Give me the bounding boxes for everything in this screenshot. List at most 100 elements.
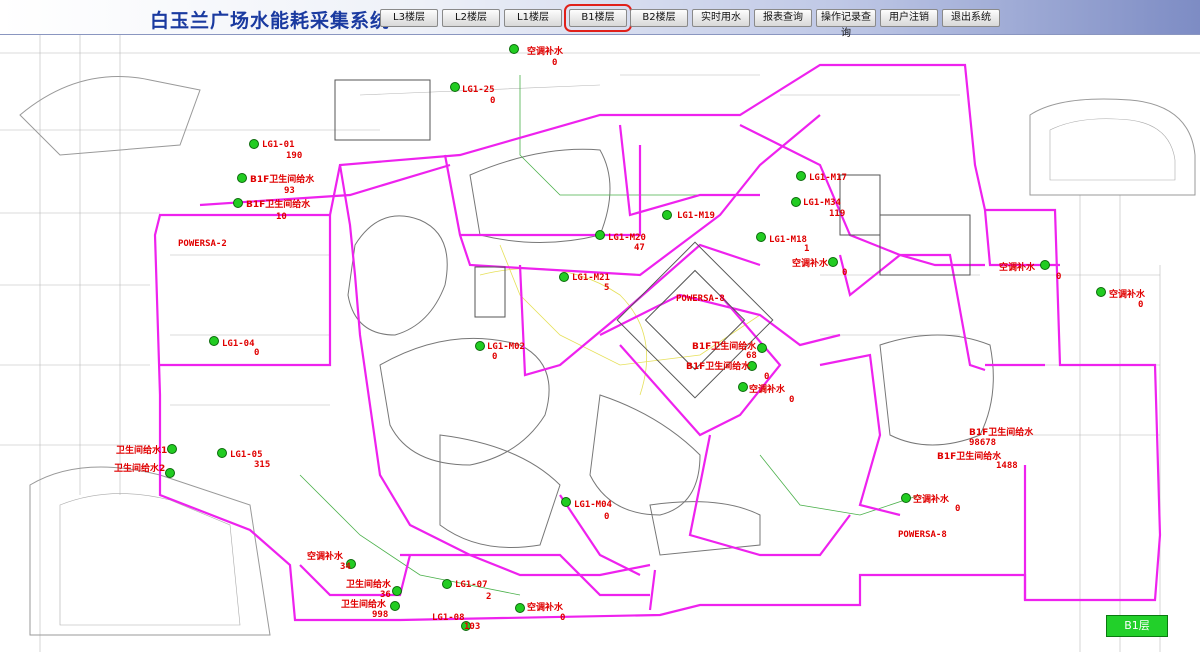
meter-label: 卫生间给水 bbox=[346, 578, 392, 590]
nav-logout-button[interactable]: 用户注销 bbox=[880, 9, 938, 27]
meter-dot[interactable] bbox=[442, 579, 452, 589]
meter-label: 空调补水 bbox=[999, 261, 1036, 273]
meter-label: LG1-M21 bbox=[572, 273, 610, 283]
meter-value: 0 bbox=[1138, 300, 1143, 310]
meter-label: 空调补水 bbox=[527, 45, 564, 57]
meter-dot[interactable] bbox=[756, 232, 766, 242]
meter-dot[interactable] bbox=[392, 586, 402, 596]
core-structures bbox=[334, 79, 971, 399]
meter-dot[interactable] bbox=[1040, 260, 1050, 270]
nav-exit-button[interactable]: 退出系统 bbox=[942, 9, 1000, 27]
meter-value: 0 bbox=[492, 352, 497, 362]
meter-value: 0 bbox=[490, 96, 495, 106]
meter-label: 卫生间给水 bbox=[341, 598, 387, 610]
meter-dot[interactable] bbox=[828, 257, 838, 267]
meter-dot[interactable] bbox=[796, 171, 806, 181]
meter-value: 2 bbox=[486, 592, 491, 602]
meter-dot[interactable] bbox=[561, 497, 571, 507]
meter-dot[interactable] bbox=[901, 493, 911, 503]
meter-value: 0 bbox=[789, 395, 794, 405]
building-outlines bbox=[347, 148, 994, 556]
meter-dot[interactable] bbox=[233, 198, 243, 208]
meter-value: 0 bbox=[955, 504, 960, 514]
meter-label: LG1-M20 bbox=[608, 233, 646, 243]
nav-b2-floor-button[interactable]: B2楼层 bbox=[630, 9, 688, 27]
meter-value: 36 bbox=[380, 590, 391, 600]
meter-value: 119 bbox=[829, 209, 845, 219]
meter-dot[interactable] bbox=[738, 382, 748, 392]
meter-dot[interactable] bbox=[475, 341, 485, 351]
app-title: 白玉兰广场水能耗采集系统 bbox=[150, 10, 391, 32]
meter-dot[interactable] bbox=[165, 468, 175, 478]
meter-label: B1F卫生间给水 bbox=[246, 198, 311, 210]
meter-dot[interactable] bbox=[217, 448, 227, 458]
meter-label: 卫生间给水1 bbox=[116, 444, 167, 456]
meter-value: 0 bbox=[604, 512, 609, 522]
meter-label: LG1-05 bbox=[230, 450, 263, 460]
meter-value: 98678 bbox=[969, 438, 996, 448]
meter-value: 103 bbox=[464, 622, 480, 632]
meter-label: 空调补水 bbox=[749, 383, 786, 395]
meter-dot[interactable] bbox=[209, 336, 219, 346]
meter-dot[interactable] bbox=[509, 44, 519, 54]
meter-dot[interactable] bbox=[450, 82, 460, 92]
meter-value: 1488 bbox=[996, 461, 1018, 471]
meter-value: 10 bbox=[276, 212, 287, 222]
meter-value: 190 bbox=[286, 151, 302, 161]
meter-value: 0 bbox=[560, 613, 565, 623]
meter-label: LG1-M19 bbox=[677, 211, 715, 221]
meter-label: LG1-01 bbox=[262, 140, 295, 150]
meter-dot[interactable] bbox=[757, 343, 767, 353]
nav-realtime-water-button[interactable]: 实时用水 bbox=[692, 9, 750, 27]
meter-label: 空调补水 bbox=[307, 550, 344, 562]
meter-label: 空调补水 bbox=[913, 493, 950, 505]
meter-label: B1F卫生间给水 bbox=[686, 360, 751, 372]
meter-dot[interactable] bbox=[515, 603, 525, 613]
meter-value: 0 bbox=[764, 372, 769, 382]
current-floor-badge: B1层 bbox=[1106, 615, 1168, 637]
meter-value: 0 bbox=[254, 348, 259, 358]
meter-dot[interactable] bbox=[1096, 287, 1106, 297]
power-room-label: POWERSA-2 bbox=[178, 239, 227, 249]
meter-value: 5 bbox=[604, 283, 609, 293]
meter-dot[interactable] bbox=[662, 210, 672, 220]
meter-dot[interactable] bbox=[791, 197, 801, 207]
meter-value: 34 bbox=[340, 562, 351, 572]
floor-plan-map: 空调补水 0 LG1-25 0 LG1-01 190 B1F卫生间给水 93 B… bbox=[0, 35, 1200, 652]
nav-l3-floor-button[interactable]: L3楼层 bbox=[380, 9, 438, 27]
zone-boundaries bbox=[153, 63, 1162, 622]
nav-l1-floor-button[interactable]: L1楼层 bbox=[504, 9, 562, 27]
meter-label: B1F卫生间给水 bbox=[969, 426, 1034, 438]
meter-dot[interactable] bbox=[249, 139, 259, 149]
meter-value: 47 bbox=[634, 243, 645, 253]
meter-label: 空调补水 bbox=[792, 257, 829, 269]
meter-value: 68 bbox=[746, 351, 757, 361]
cad-background bbox=[0, 35, 1200, 652]
nav-report-query-button[interactable]: 报表查询 bbox=[754, 9, 812, 27]
top-toolbar: 白玉兰广场水能耗采集系统 L3楼层 L2楼层 L1楼层 B1楼层 B2楼层 实时… bbox=[0, 0, 1200, 39]
meter-label: LG1-08 bbox=[432, 613, 465, 623]
nav-b1-floor-button[interactable]: B1楼层 bbox=[564, 4, 632, 32]
power-room-label: POWERSA-8 bbox=[676, 294, 725, 304]
meter-dot[interactable] bbox=[390, 601, 400, 611]
meter-dot[interactable] bbox=[167, 444, 177, 454]
meter-label: LG1-04 bbox=[222, 339, 255, 349]
meter-label: LG1-M18 bbox=[769, 235, 807, 245]
meter-dot[interactable] bbox=[559, 272, 569, 282]
meter-dot[interactable] bbox=[595, 230, 605, 240]
meter-value: 0 bbox=[552, 58, 557, 68]
meter-label: 空调补水 bbox=[527, 601, 564, 613]
meter-value: 0 bbox=[842, 268, 847, 278]
nav-l2-floor-button[interactable]: L2楼层 bbox=[442, 9, 500, 27]
meter-label: B1F卫生间给水 bbox=[937, 450, 1002, 462]
meter-value: 93 bbox=[284, 186, 295, 196]
meter-label: B1F卫生间给水 bbox=[250, 173, 315, 185]
meter-label: LG1-M04 bbox=[574, 500, 613, 510]
meter-dot[interactable] bbox=[237, 173, 247, 183]
meter-label: LG1-M17 bbox=[809, 173, 847, 183]
meter-value: 1 bbox=[804, 244, 809, 254]
nav-operation-log-button[interactable]: 操作记录查询 bbox=[816, 9, 876, 39]
power-room-labels: POWERSA-2 POWERSA-8 POWERSA-8 bbox=[178, 239, 947, 540]
meter-label: 卫生间给水2 bbox=[114, 462, 165, 474]
power-room-label: POWERSA-8 bbox=[898, 530, 947, 540]
